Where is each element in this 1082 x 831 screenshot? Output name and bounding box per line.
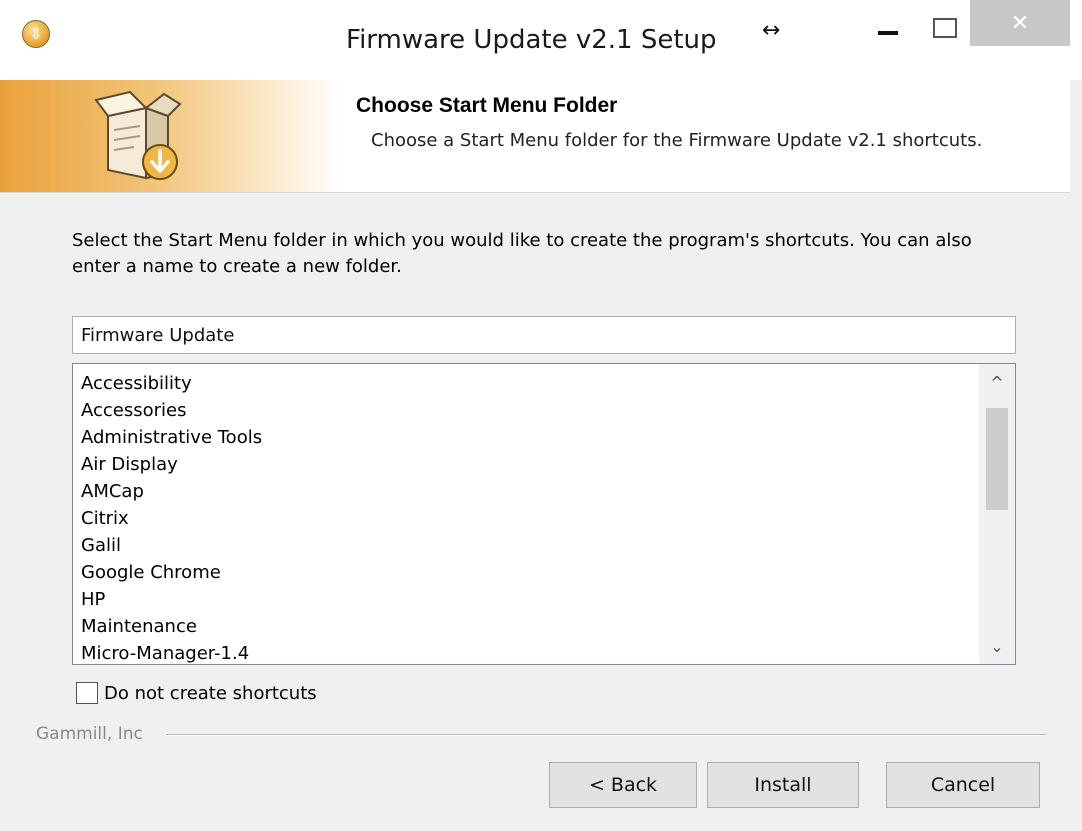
scroll-thumb[interactable] — [986, 408, 1008, 510]
resize-cursor-icon: ↔ — [762, 18, 781, 43]
box-download-icon — [94, 90, 182, 180]
folder-list-item[interactable]: HP — [81, 586, 262, 613]
vertical-scrollbar[interactable]: ^ ⌄ — [979, 364, 1015, 664]
header-title: Choose Start Menu Folder — [356, 94, 618, 117]
start-menu-folder-list[interactable]: Accessibility Accessories Administrative T… — [72, 363, 1016, 665]
no-shortcuts-checkbox[interactable] — [76, 682, 98, 704]
folder-list-item[interactable]: AMCap — [81, 478, 262, 505]
window-title: Firmware Update v2.1 Setup — [346, 25, 717, 55]
no-shortcuts-label[interactable]: Do not create shortcuts — [104, 683, 317, 704]
brand-divider: Gammill, Inc — [36, 722, 1046, 746]
maximize-icon — [933, 18, 957, 38]
close-icon: ✕ — [1010, 10, 1030, 36]
divider-line — [166, 734, 1046, 736]
folder-list-item[interactable]: Galil — [81, 532, 262, 559]
scroll-down-button[interactable]: ⌄ — [979, 628, 1015, 664]
scroll-up-button[interactable]: ^ — [979, 364, 1015, 400]
instructions-text: Select the Start Menu folder in which yo… — [72, 230, 972, 277]
header-banner: Choose Start Menu Folder Choose a Start … — [0, 80, 1070, 193]
cancel-button[interactable]: Cancel — [886, 762, 1040, 808]
setup-window: ⇩ Firmware Update v2.1 Setup ↔ ✕ Choose … — [0, 0, 1082, 831]
folder-list-item[interactable]: Accessibility — [81, 370, 262, 397]
download-arrow-glyph: ⇩ — [29, 24, 43, 43]
header-subtitle: Choose a Start Menu folder for the Firmw… — [371, 130, 983, 151]
chevron-down-icon: ⌄ — [990, 636, 1004, 656]
title-bar[interactable]: ⇩ Firmware Update v2.1 Setup ↔ ✕ — [0, 0, 1082, 80]
folder-list-item[interactable]: Maintenance — [81, 613, 262, 640]
no-shortcuts-option[interactable]: Do not create shortcuts — [76, 680, 317, 706]
header-art — [0, 80, 340, 192]
folder-list-item[interactable]: Citrix — [81, 505, 262, 532]
minimize-icon — [878, 31, 898, 35]
chevron-up-icon: ^ — [990, 372, 1004, 392]
folder-list-item[interactable]: Micro-Manager-1.4 — [81, 640, 262, 664]
back-button[interactable]: < Back — [549, 762, 697, 808]
minimize-button[interactable] — [868, 8, 908, 48]
brand-label: Gammill, Inc — [36, 722, 149, 746]
folder-list-items: Accessibility Accessories Administrative T… — [81, 370, 262, 664]
folder-list-item[interactable]: Accessories — [81, 397, 262, 424]
maximize-button[interactable] — [924, 8, 966, 48]
folder-list-item[interactable]: Air Display — [81, 451, 262, 478]
folder-list-item[interactable]: Administrative Tools — [81, 424, 262, 451]
setup-installer-icon[interactable]: ⇩ — [22, 20, 50, 48]
install-button[interactable]: Install — [707, 762, 859, 808]
folder-list-item[interactable]: Google Chrome — [81, 559, 262, 586]
start-menu-folder-input[interactable] — [72, 316, 1016, 354]
close-button[interactable]: ✕ — [970, 0, 1070, 46]
